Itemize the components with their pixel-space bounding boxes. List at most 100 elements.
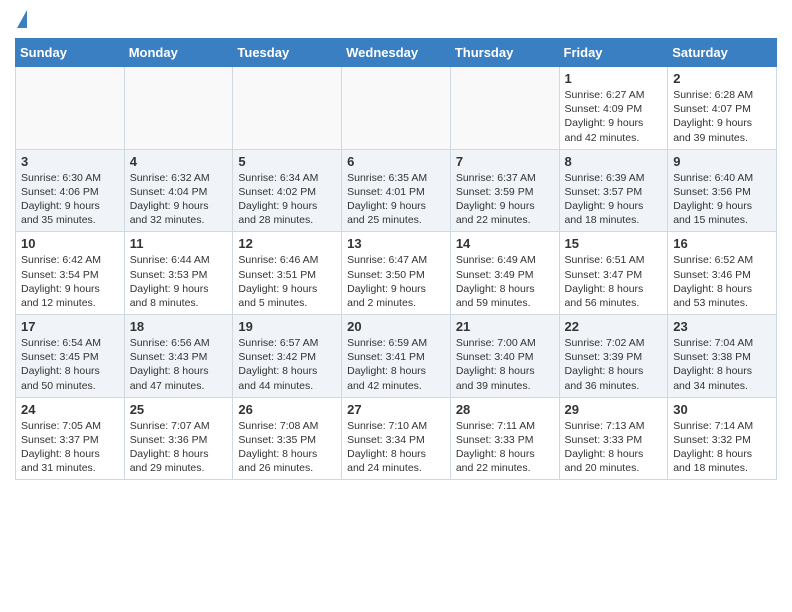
day-number: 24 bbox=[21, 402, 119, 417]
day-number: 12 bbox=[238, 236, 336, 251]
header-cell-saturday: Saturday bbox=[668, 39, 777, 67]
day-number: 16 bbox=[673, 236, 771, 251]
day-info: Sunrise: 7:13 AMSunset: 3:33 PMDaylight:… bbox=[565, 419, 663, 476]
calendar-cell: 8 Sunrise: 6:39 AMSunset: 3:57 PMDaylight… bbox=[559, 149, 668, 232]
day-info: Sunrise: 6:57 AMSunset: 3:42 PMDaylight:… bbox=[238, 336, 336, 393]
day-info: Sunrise: 6:27 AMSunset: 4:09 PMDaylight:… bbox=[565, 88, 663, 145]
day-info: Sunrise: 7:05 AMSunset: 3:37 PMDaylight:… bbox=[21, 419, 119, 476]
week-row-5: 24 Sunrise: 7:05 AMSunset: 3:37 PMDayligh… bbox=[16, 397, 777, 480]
calendar-cell: 18Sunrise: 6:56 AMSunset: 3:43 PMDayligh… bbox=[124, 315, 233, 398]
week-row-1: 1 Sunrise: 6:27 AMSunset: 4:09 PMDaylight… bbox=[16, 67, 777, 150]
logo bbox=[15, 10, 27, 30]
calendar-cell: 2 Sunrise: 6:28 AMSunset: 4:07 PMDaylight… bbox=[668, 67, 777, 150]
day-number: 23 bbox=[673, 319, 771, 334]
day-info: Sunrise: 6:47 AMSunset: 3:50 PMDaylight:… bbox=[347, 253, 445, 310]
calendar-cell: 19Sunrise: 6:57 AMSunset: 3:42 PMDayligh… bbox=[233, 315, 342, 398]
week-row-4: 17 Sunrise: 6:54 AMSunset: 3:45 PMDayligh… bbox=[16, 315, 777, 398]
day-info: Sunrise: 6:28 AMSunset: 4:07 PMDaylight:… bbox=[673, 88, 771, 145]
calendar-cell: 21 Sunrise: 7:00 AMSunset: 3:40 PMDayligh… bbox=[450, 315, 559, 398]
day-info: Sunrise: 7:11 AMSunset: 3:33 PMDaylight:… bbox=[456, 419, 554, 476]
day-info: Sunrise: 6:40 AMSunset: 3:56 PMDaylight:… bbox=[673, 171, 771, 228]
page-header bbox=[15, 10, 777, 30]
day-info: Sunrise: 6:52 AMSunset: 3:46 PMDaylight:… bbox=[673, 253, 771, 310]
header-cell-tuesday: Tuesday bbox=[233, 39, 342, 67]
day-number: 13 bbox=[347, 236, 445, 251]
day-info: Sunrise: 6:51 AMSunset: 3:47 PMDaylight:… bbox=[565, 253, 663, 310]
day-info: Sunrise: 6:35 AMSunset: 4:01 PMDaylight:… bbox=[347, 171, 445, 228]
calendar-cell: 30 Sunrise: 7:14 AMSunset: 3:32 PMDayligh… bbox=[668, 397, 777, 480]
day-info: Sunrise: 6:39 AMSunset: 3:57 PMDaylight:… bbox=[565, 171, 663, 228]
day-number: 18 bbox=[130, 319, 228, 334]
calendar-cell bbox=[342, 67, 451, 150]
calendar-cell bbox=[450, 67, 559, 150]
day-number: 28 bbox=[456, 402, 554, 417]
day-info: Sunrise: 6:54 AMSunset: 3:45 PMDaylight:… bbox=[21, 336, 119, 393]
day-number: 30 bbox=[673, 402, 771, 417]
calendar-cell: 3 Sunrise: 6:30 AMSunset: 4:06 PMDaylight… bbox=[16, 149, 125, 232]
header-cell-friday: Friday bbox=[559, 39, 668, 67]
day-number: 27 bbox=[347, 402, 445, 417]
logo-triangle-icon bbox=[17, 10, 27, 28]
calendar-cell: 1 Sunrise: 6:27 AMSunset: 4:09 PMDaylight… bbox=[559, 67, 668, 150]
day-number: 9 bbox=[673, 154, 771, 169]
day-info: Sunrise: 7:10 AMSunset: 3:34 PMDaylight:… bbox=[347, 419, 445, 476]
calendar-cell: 7Sunrise: 6:37 AMSunset: 3:59 PMDaylight… bbox=[450, 149, 559, 232]
week-row-3: 10 Sunrise: 6:42 AMSunset: 3:54 PMDayligh… bbox=[16, 232, 777, 315]
header-row: SundayMondayTuesdayWednesdayThursdayFrid… bbox=[16, 39, 777, 67]
day-number: 1 bbox=[565, 71, 663, 86]
calendar-cell: 9 Sunrise: 6:40 AMSunset: 3:56 PMDaylight… bbox=[668, 149, 777, 232]
calendar-cell: 26 Sunrise: 7:08 AMSunset: 3:35 PMDayligh… bbox=[233, 397, 342, 480]
calendar-cell: 15 Sunrise: 6:51 AMSunset: 3:47 PMDayligh… bbox=[559, 232, 668, 315]
day-info: Sunrise: 6:59 AMSunset: 3:41 PMDaylight:… bbox=[347, 336, 445, 393]
calendar-cell: 28 Sunrise: 7:11 AMSunset: 3:33 PMDayligh… bbox=[450, 397, 559, 480]
day-number: 3 bbox=[21, 154, 119, 169]
day-info: Sunrise: 6:42 AMSunset: 3:54 PMDaylight:… bbox=[21, 253, 119, 310]
day-number: 17 bbox=[21, 319, 119, 334]
calendar-cell bbox=[124, 67, 233, 150]
day-number: 15 bbox=[565, 236, 663, 251]
calendar-cell: 5 Sunrise: 6:34 AMSunset: 4:02 PMDaylight… bbox=[233, 149, 342, 232]
calendar-cell: 13 Sunrise: 6:47 AMSunset: 3:50 PMDayligh… bbox=[342, 232, 451, 315]
calendar-cell: 27 Sunrise: 7:10 AMSunset: 3:34 PMDayligh… bbox=[342, 397, 451, 480]
calendar-cell: 20 Sunrise: 6:59 AMSunset: 3:41 PMDayligh… bbox=[342, 315, 451, 398]
day-number: 10 bbox=[21, 236, 119, 251]
day-info: Sunrise: 7:04 AMSunset: 3:38 PMDaylight:… bbox=[673, 336, 771, 393]
calendar-cell: 24 Sunrise: 7:05 AMSunset: 3:37 PMDayligh… bbox=[16, 397, 125, 480]
day-info: Sunrise: 6:44 AMSunset: 3:53 PMDaylight:… bbox=[130, 253, 228, 310]
calendar-body: 1 Sunrise: 6:27 AMSunset: 4:09 PMDaylight… bbox=[16, 67, 777, 480]
day-number: 4 bbox=[130, 154, 228, 169]
header-cell-wednesday: Wednesday bbox=[342, 39, 451, 67]
calendar-cell: 6 Sunrise: 6:35 AMSunset: 4:01 PMDaylight… bbox=[342, 149, 451, 232]
day-info: Sunrise: 6:46 AMSunset: 3:51 PMDaylight:… bbox=[238, 253, 336, 310]
day-info: Sunrise: 7:00 AMSunset: 3:40 PMDaylight:… bbox=[456, 336, 554, 393]
day-number: 11 bbox=[130, 236, 228, 251]
day-info: Sunrise: 6:32 AMSunset: 4:04 PMDaylight:… bbox=[130, 171, 228, 228]
page-container: SundayMondayTuesdayWednesdayThursdayFrid… bbox=[0, 0, 792, 490]
calendar-cell: 10 Sunrise: 6:42 AMSunset: 3:54 PMDayligh… bbox=[16, 232, 125, 315]
day-number: 21 bbox=[456, 319, 554, 334]
week-row-2: 3 Sunrise: 6:30 AMSunset: 4:06 PMDaylight… bbox=[16, 149, 777, 232]
day-number: 20 bbox=[347, 319, 445, 334]
calendar-header: SundayMondayTuesdayWednesdayThursdayFrid… bbox=[16, 39, 777, 67]
day-info: Sunrise: 7:08 AMSunset: 3:35 PMDaylight:… bbox=[238, 419, 336, 476]
day-number: 25 bbox=[130, 402, 228, 417]
header-cell-sunday: Sunday bbox=[16, 39, 125, 67]
day-info: Sunrise: 6:49 AMSunset: 3:49 PMDaylight:… bbox=[456, 253, 554, 310]
day-number: 26 bbox=[238, 402, 336, 417]
header-cell-monday: Monday bbox=[124, 39, 233, 67]
day-number: 5 bbox=[238, 154, 336, 169]
day-info: Sunrise: 6:30 AMSunset: 4:06 PMDaylight:… bbox=[21, 171, 119, 228]
day-info: Sunrise: 7:14 AMSunset: 3:32 PMDaylight:… bbox=[673, 419, 771, 476]
calendar-cell: 11 Sunrise: 6:44 AMSunset: 3:53 PMDayligh… bbox=[124, 232, 233, 315]
calendar-cell: 23 Sunrise: 7:04 AMSunset: 3:38 PMDayligh… bbox=[668, 315, 777, 398]
day-number: 2 bbox=[673, 71, 771, 86]
day-number: 8 bbox=[565, 154, 663, 169]
calendar-cell: 4 Sunrise: 6:32 AMSunset: 4:04 PMDaylight… bbox=[124, 149, 233, 232]
day-info: Sunrise: 6:34 AMSunset: 4:02 PMDaylight:… bbox=[238, 171, 336, 228]
calendar-cell: 12 Sunrise: 6:46 AMSunset: 3:51 PMDayligh… bbox=[233, 232, 342, 315]
calendar-cell: 25 Sunrise: 7:07 AMSunset: 3:36 PMDayligh… bbox=[124, 397, 233, 480]
day-number: 29 bbox=[565, 402, 663, 417]
day-number: 14 bbox=[456, 236, 554, 251]
day-number: 6 bbox=[347, 154, 445, 169]
day-info: Sunrise: 7:07 AMSunset: 3:36 PMDaylight:… bbox=[130, 419, 228, 476]
